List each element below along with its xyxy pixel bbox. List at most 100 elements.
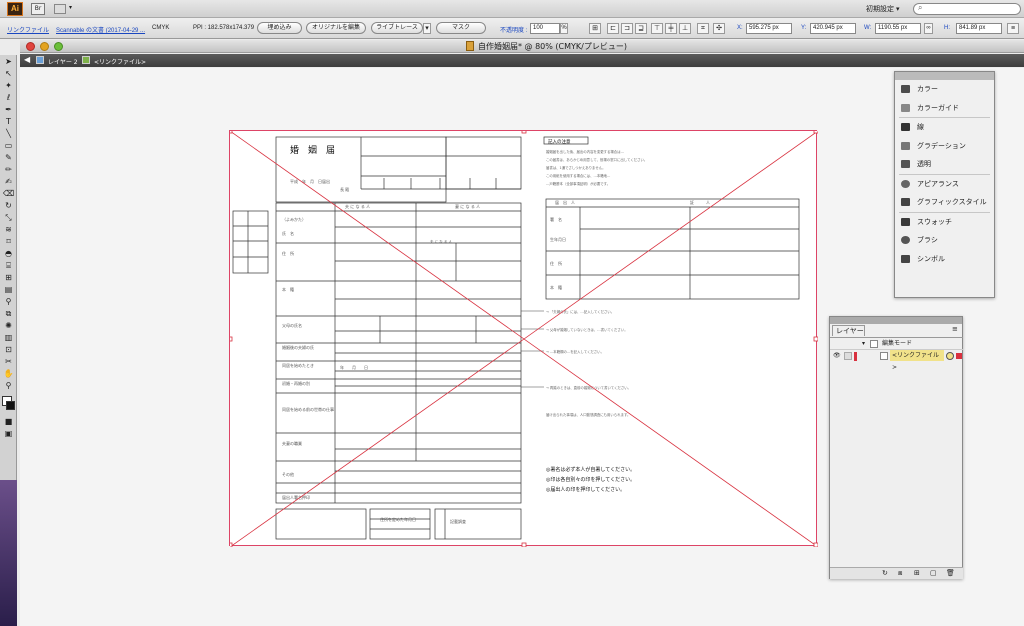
panel-item-symbols[interactable]: シンボル <box>895 250 994 269</box>
make-clipping-mask-icon[interactable]: ⧈ <box>898 569 902 578</box>
eyedropper-tool-icon[interactable]: ⚲ <box>3 297 14 307</box>
perspective-grid-tool-icon[interactable]: ⌸ <box>3 261 14 271</box>
bridge-button[interactable]: Br <box>31 3 45 15</box>
panel-item-color[interactable]: カラー <box>895 80 994 99</box>
trace-options-icon[interactable]: ▾ <box>423 23 431 34</box>
opacity-field[interactable]: 100 <box>530 23 560 34</box>
gradient-tool-icon[interactable]: ▤ <box>3 285 14 295</box>
artboard-tool-icon[interactable]: ⊡ <box>3 345 14 355</box>
blend-tool-icon[interactable]: ⧉ <box>3 309 14 319</box>
resize-handle[interactable] <box>813 336 818 342</box>
transform-icon[interactable]: ⌗ <box>697 23 709 34</box>
panel-item-swatches[interactable]: スウォッチ <box>895 213 994 232</box>
panel-item-transparency[interactable]: 透明 <box>895 155 994 174</box>
mask-button[interactable]: マスク <box>436 22 486 34</box>
layers-panel-header[interactable] <box>830 317 962 324</box>
panel-item-brushes[interactable]: ブラシ <box>895 231 994 250</box>
item-name[interactable]: <リンクファイル> <box>890 350 944 371</box>
layer-row[interactable]: ▾ 編集モード <box>830 337 963 350</box>
color-mode-icon[interactable]: ■ <box>3 417 14 427</box>
w-label[interactable]: W: <box>864 25 871 31</box>
constrain-proportions-icon[interactable]: ∞ <box>924 23 933 34</box>
panel-menu-icon[interactable]: ≡ <box>1007 23 1019 34</box>
target-icon[interactable] <box>946 352 954 360</box>
trash-icon[interactable]: 🗑 <box>946 569 955 577</box>
arrange-documents-icon[interactable] <box>54 4 66 14</box>
expand-triangle-icon[interactable]: ▾ <box>862 338 865 350</box>
isolate-icon[interactable]: ✣ <box>713 23 725 34</box>
hand-tool-icon[interactable]: ✋ <box>3 369 14 379</box>
x-label[interactable]: X: <box>737 25 743 31</box>
zoom-tool-icon[interactable]: ⚲ <box>3 381 14 391</box>
align-middle-icon[interactable]: ╪ <box>665 23 677 34</box>
eraser-tool-icon[interactable]: ⌫ <box>3 189 14 199</box>
live-trace-button[interactable]: ライブトレース <box>371 22 423 34</box>
slice-tool-icon[interactable]: ✂ <box>3 357 14 367</box>
y-label[interactable]: Y: <box>801 25 806 31</box>
panel-item-stroke[interactable]: 線 <box>895 118 994 137</box>
chevron-down-icon[interactable]: ▾ <box>69 4 72 11</box>
panel-item-appearance[interactable]: アピアランス <box>895 175 994 194</box>
panel-item-color-guide[interactable]: カラーガイド <box>895 99 994 118</box>
layer-item-row[interactable]: 👁 <リンクファイル> <box>830 350 963 371</box>
h-label[interactable]: H: <box>944 25 950 31</box>
stroke-swatch[interactable] <box>6 401 15 410</box>
resize-handle[interactable] <box>521 131 527 134</box>
column-graph-tool-icon[interactable]: ▥ <box>3 333 14 343</box>
tab-layers[interactable]: レイヤー <box>832 325 865 336</box>
scale-tool-icon[interactable]: ⤡ <box>3 213 14 223</box>
lasso-tool-icon[interactable]: ℓ <box>3 93 14 103</box>
locate-object-icon[interactable]: ↻ <box>882 569 888 577</box>
resize-handle[interactable] <box>813 131 818 134</box>
illustrator-logo[interactable]: Ai <box>7 2 23 16</box>
breadcrumb-item[interactable]: <リンクファイル> <box>94 57 146 66</box>
type-tool-icon[interactable]: T <box>3 117 14 127</box>
file-name-link[interactable]: Scannable の文書 (2017-04-29 ... <box>56 25 145 34</box>
resize-handle[interactable] <box>230 131 233 134</box>
pen-tool-icon[interactable]: ✒ <box>3 105 14 115</box>
breadcrumb-layer[interactable]: レイヤー 2 <box>48 57 78 66</box>
new-layer-icon[interactable]: ▢ <box>930 569 937 577</box>
align-right-icon[interactable]: ⊒ <box>635 23 647 34</box>
panel-item-gradient[interactable]: グラデーション <box>895 137 994 156</box>
blob-brush-tool-icon[interactable]: ✍ <box>3 177 14 187</box>
layer-name[interactable]: 編集モード <box>882 338 912 350</box>
align-top-icon[interactable]: ⊤ <box>651 23 663 34</box>
magic-wand-tool-icon[interactable]: ✦ <box>3 81 14 91</box>
back-arrow-icon[interactable]: ◀ <box>24 55 30 64</box>
reference-point-icon[interactable]: ⊞ <box>589 23 601 34</box>
selection-tool-icon[interactable]: ➤ <box>3 57 14 67</box>
warp-tool-icon[interactable]: ≋ <box>3 225 14 235</box>
opacity-unit[interactable]: % <box>560 23 568 34</box>
free-transform-tool-icon[interactable]: ⌑ <box>3 237 14 247</box>
selection-indicator[interactable] <box>956 353 962 359</box>
paintbrush-tool-icon[interactable]: ✎ <box>3 153 14 163</box>
x-field[interactable]: 595.275 px <box>746 23 792 34</box>
rectangle-tool-icon[interactable]: ▭ <box>3 141 14 151</box>
shape-builder-tool-icon[interactable]: ◓ <box>3 249 14 259</box>
fill-stroke-swatch[interactable] <box>0 395 16 415</box>
create-sublayer-icon[interactable]: ⊞ <box>914 569 920 577</box>
search-input[interactable]: ⌕ <box>913 3 1021 15</box>
edit-original-button[interactable]: オリジナルを編集 <box>306 22 366 34</box>
panel-menu-icon[interactable]: ≡ <box>952 325 958 333</box>
height-field[interactable]: 841.89 px <box>956 23 1002 34</box>
resize-handle[interactable] <box>521 542 527 547</box>
opacity-label[interactable]: 不透明度 : <box>500 25 527 34</box>
screen-mode-icon[interactable]: ▣ <box>3 429 14 439</box>
workspace-switcher[interactable]: 初期設定 ▾ <box>866 4 899 14</box>
panel-dock-header[interactable] <box>895 72 994 80</box>
line-tool-icon[interactable]: ╲ <box>3 129 14 139</box>
resize-handle[interactable] <box>230 542 233 547</box>
resize-handle[interactable] <box>230 336 233 342</box>
symbol-sprayer-tool-icon[interactable]: ✺ <box>3 321 14 331</box>
align-center-icon[interactable]: ⊐ <box>621 23 633 34</box>
link-file-link[interactable]: リンクファイル <box>7 25 49 34</box>
linked-image[interactable]: 平成 年 月 日届出 長 殿 （よみかた） 氏 名 住 所 本 籍 父母の氏名 … <box>229 130 818 547</box>
eye-icon[interactable]: 👁 <box>833 350 841 362</box>
zoom-window-icon[interactable] <box>54 42 63 51</box>
align-bottom-icon[interactable]: ⊥ <box>679 23 691 34</box>
mesh-tool-icon[interactable]: ⊞ <box>3 273 14 283</box>
minimize-icon[interactable] <box>40 42 49 51</box>
panel-item-graphic-style[interactable]: グラフィックスタイル <box>895 193 994 212</box>
